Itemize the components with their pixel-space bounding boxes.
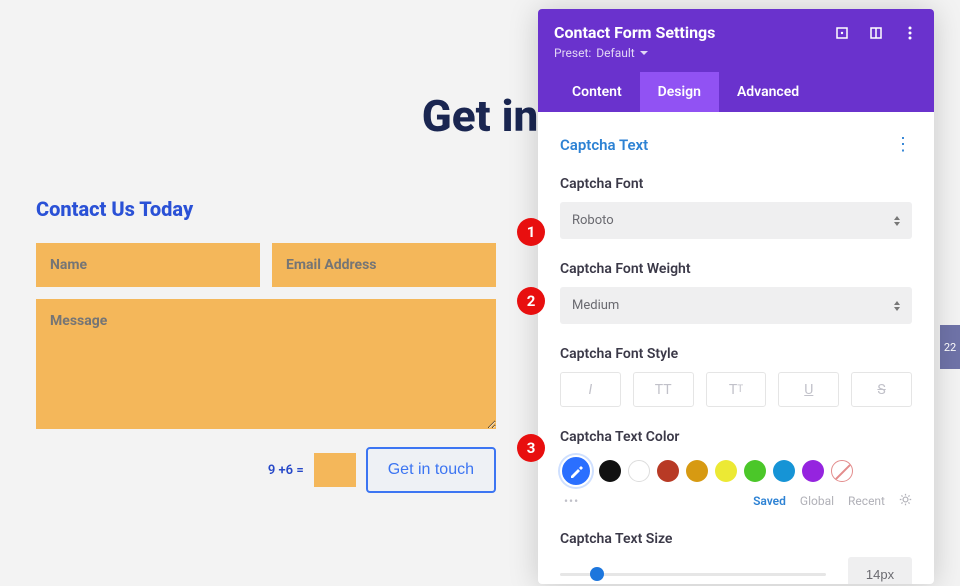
swatch-black[interactable] bbox=[599, 460, 621, 482]
style-uppercase-button[interactable]: TT bbox=[633, 372, 694, 407]
color-label: Captcha Text Color bbox=[560, 429, 912, 445]
annotation-1: 1 bbox=[517, 218, 545, 246]
tab-advanced[interactable]: Advanced bbox=[719, 72, 817, 112]
palette-saved-tab[interactable]: Saved bbox=[753, 494, 786, 508]
submit-button[interactable]: Get in touch bbox=[366, 447, 496, 493]
swatch-yellow[interactable] bbox=[715, 460, 737, 482]
message-textarea[interactable] bbox=[36, 299, 496, 429]
panel-header: Contact Form Settings Preset: Default Co… bbox=[538, 9, 934, 112]
dock-icon[interactable] bbox=[868, 25, 884, 41]
scroll-position-indicator: 22 bbox=[940, 325, 960, 369]
tab-content[interactable]: Content bbox=[554, 72, 640, 112]
swatch-red[interactable] bbox=[657, 460, 679, 482]
font-select[interactable]: Roboto bbox=[560, 202, 912, 239]
preset-prefix: Preset: bbox=[554, 46, 591, 60]
annotation-3: 3 bbox=[517, 434, 545, 462]
slider-thumb[interactable] bbox=[590, 567, 604, 581]
swatch-orange[interactable] bbox=[686, 460, 708, 482]
weight-value: Medium bbox=[572, 298, 619, 313]
style-strike-button[interactable]: S bbox=[851, 372, 912, 407]
size-slider[interactable] bbox=[560, 573, 826, 576]
size-label: Captcha Text Size bbox=[560, 531, 912, 547]
style-underline-button[interactable]: U bbox=[778, 372, 839, 407]
annotation-2: 2 bbox=[517, 287, 545, 315]
preset-dropdown[interactable]: Preset: Default bbox=[554, 46, 918, 60]
kebab-icon[interactable] bbox=[902, 25, 918, 41]
style-smallcaps-button[interactable]: TT bbox=[706, 372, 767, 407]
style-label: Captcha Font Style bbox=[560, 346, 912, 362]
section-menu-icon[interactable]: ⋮ bbox=[894, 136, 912, 154]
expand-icon[interactable] bbox=[834, 25, 850, 41]
style-italic-button[interactable]: I bbox=[560, 372, 621, 407]
palette-global-tab[interactable]: Global bbox=[800, 494, 834, 508]
palette-recent-tab[interactable]: Recent bbox=[848, 494, 885, 508]
swatch-white[interactable] bbox=[628, 460, 650, 482]
select-chevrons-icon bbox=[894, 216, 900, 226]
color-picker-button[interactable] bbox=[560, 455, 592, 487]
chevron-down-icon bbox=[640, 51, 648, 55]
section-title: Captcha Text bbox=[560, 136, 648, 154]
weight-select[interactable]: Medium bbox=[560, 287, 912, 324]
swatch-green[interactable] bbox=[744, 460, 766, 482]
email-input[interactable] bbox=[272, 243, 496, 287]
font-value: Roboto bbox=[572, 213, 614, 228]
swatch-purple[interactable] bbox=[802, 460, 824, 482]
captcha-answer-input[interactable] bbox=[314, 453, 356, 487]
size-value-input[interactable] bbox=[848, 557, 912, 584]
select-chevrons-icon bbox=[894, 301, 900, 311]
font-label: Captcha Font bbox=[560, 176, 912, 192]
captcha-question: 9 +6 = bbox=[268, 463, 304, 478]
name-input[interactable] bbox=[36, 243, 260, 287]
tab-design[interactable]: Design bbox=[640, 72, 719, 112]
contact-form: Contact Us Today 9 +6 = Get in touch bbox=[36, 197, 496, 493]
contact-title: Contact Us Today bbox=[36, 197, 496, 221]
settings-panel: Contact Form Settings Preset: Default Co… bbox=[538, 9, 934, 584]
panel-body: Captcha Text ⋮ Captcha Font Roboto Captc… bbox=[538, 112, 934, 584]
palette-settings-icon[interactable] bbox=[899, 493, 912, 509]
swatch-none[interactable] bbox=[831, 460, 853, 482]
more-colors-icon[interactable]: ••• bbox=[560, 494, 579, 508]
preset-value: Default bbox=[596, 46, 634, 60]
swatch-blue[interactable] bbox=[773, 460, 795, 482]
weight-label: Captcha Font Weight bbox=[560, 261, 912, 277]
panel-title: Contact Form Settings bbox=[554, 23, 715, 42]
